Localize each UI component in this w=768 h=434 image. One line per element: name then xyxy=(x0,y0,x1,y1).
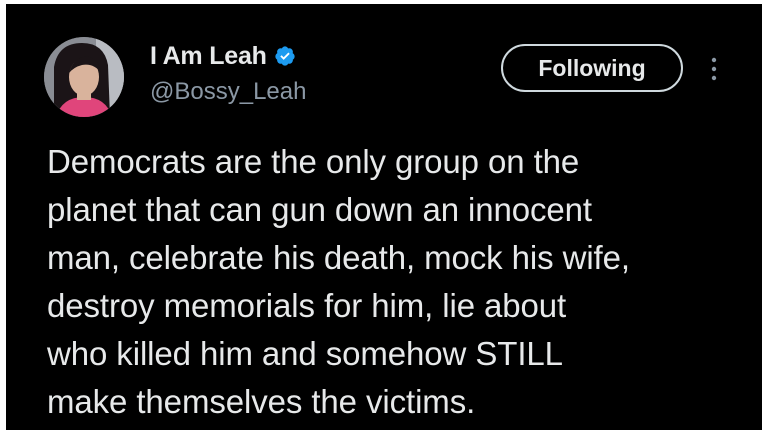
author-handle[interactable]: @Bossy_Leah xyxy=(150,78,306,106)
display-name[interactable]: I Am Leah xyxy=(150,42,267,71)
avatar-image xyxy=(44,37,124,117)
tweet-text-line: Democrats are the only group on the xyxy=(47,143,580,180)
author-name-row: I Am Leah xyxy=(150,40,296,72)
tweet-text-line: destroy memorials for him, lie about xyxy=(47,287,567,324)
tweet-text-line: man, celebrate his death, mock his wife, xyxy=(47,239,630,276)
tweet-text-line: planet that can gun down an innocent xyxy=(47,191,592,228)
tweet-text: Democrats are the only group on the plan… xyxy=(47,138,747,426)
tweet-text-line: make themselves the victims. xyxy=(47,383,476,420)
more-options-button[interactable] xyxy=(704,54,724,84)
verified-badge-icon[interactable] xyxy=(274,45,296,67)
tweet-card: I Am Leah @Bossy_Leah Following Democrat… xyxy=(6,4,762,430)
following-button[interactable]: Following xyxy=(501,44,683,92)
avatar[interactable] xyxy=(44,37,124,117)
more-vertical-icon xyxy=(711,57,717,81)
tweet-text-line: who killed him and somehow STILL xyxy=(47,335,563,372)
